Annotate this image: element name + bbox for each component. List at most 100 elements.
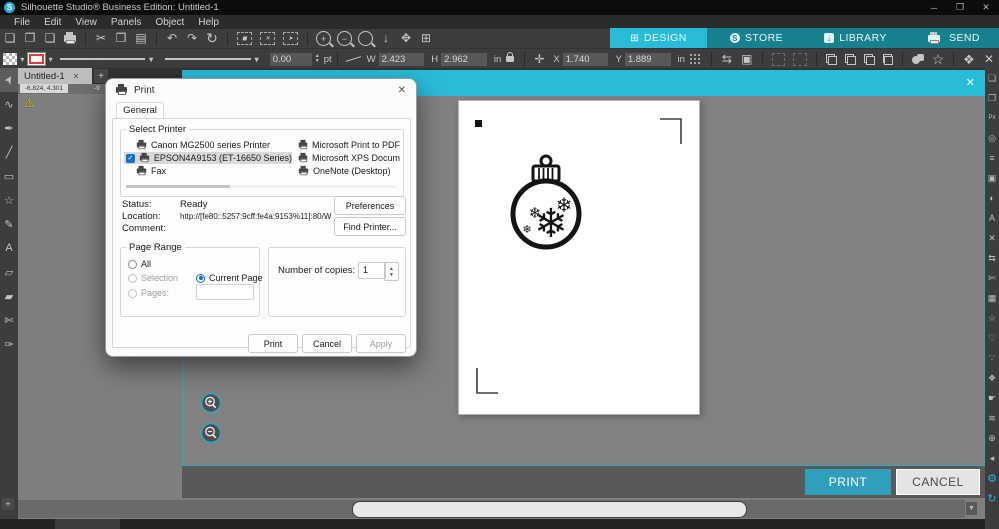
radio-current-page[interactable]: Current Page — [196, 272, 263, 284]
trace-panel-icon[interactable]: ▣ — [985, 168, 999, 188]
text-style-panel-icon[interactable]: A — [985, 208, 999, 228]
ungroup-icon[interactable] — [845, 54, 856, 65]
printer-selected-checkbox[interactable]: ✓ — [126, 154, 135, 163]
menu-edit[interactable]: Edit — [44, 17, 61, 28]
scroll-right-arrow[interactable]: ▼ — [966, 502, 977, 515]
group-icon[interactable] — [826, 54, 837, 65]
knife-tool-icon[interactable]: ✄ — [0, 308, 18, 332]
printer-item-fax[interactable]: Fax — [136, 165, 166, 177]
preview-cancel-button[interactable]: CANCEL — [896, 469, 980, 495]
shade-panel-icon[interactable]: ◐ — [985, 188, 999, 208]
maximize-button[interactable]: ❒ — [947, 2, 973, 13]
select-tool-icon[interactable]: ➤ — [1, 73, 17, 87]
polygon-tool-icon[interactable]: ☆ — [0, 188, 18, 212]
rectangle-tool-icon[interactable]: ▭ — [0, 164, 18, 188]
preview-zoom-out-button[interactable] — [200, 422, 222, 444]
hatch-panel-icon[interactable]: ≋ — [985, 408, 999, 428]
line-color-dropdown-icon[interactable]: ▾ — [46, 50, 56, 69]
radio-all[interactable]: All — [128, 258, 151, 270]
stroke-width-stepper[interactable]: ▲▼ — [315, 54, 320, 64]
paste-icon[interactable]: ▤ — [131, 29, 151, 48]
save-icon[interactable]: ❑ — [40, 29, 60, 48]
y-position-input[interactable]: 1.889 — [625, 53, 671, 66]
preview-zoom-in-button[interactable] — [200, 392, 222, 414]
close-button[interactable]: ✕ — [973, 2, 999, 13]
fit-to-page-icon[interactable]: ⊞ — [416, 29, 436, 48]
redo-icon[interactable]: ↷ — [182, 29, 202, 48]
erase-panel-icon[interactable]: ✕ — [985, 228, 999, 248]
menu-help[interactable]: Help — [198, 17, 219, 28]
document-tab[interactable]: Untitled-1 ✕ — [18, 68, 92, 84]
transfer-panel-icon[interactable]: ❐ — [985, 88, 999, 108]
horizontal-scrollbar-thumb[interactable] — [352, 501, 747, 518]
print-icon[interactable] — [64, 35, 76, 42]
printer-list-scrollbar[interactable] — [126, 185, 396, 188]
fill-swatch[interactable] — [3, 53, 17, 65]
copy-icon[interactable]: ❒ — [111, 29, 131, 48]
copies-stepper[interactable]: ▲▼ — [384, 262, 399, 281]
general-tab[interactable]: General — [116, 102, 164, 119]
tab-store[interactable]: S STORE — [707, 28, 806, 48]
card-panel-icon[interactable]: ☛ — [985, 388, 999, 408]
open-icon[interactable]: ❐ — [20, 29, 40, 48]
fill-panel-icon[interactable]: ≡ — [985, 148, 999, 168]
stroke-width-input[interactable]: 0.00 — [270, 53, 312, 66]
dialog-print-button[interactable]: Print — [248, 334, 298, 353]
radio-all-icon[interactable] — [128, 260, 137, 269]
print-dialog-titlebar[interactable]: Print ✕ — [106, 79, 416, 101]
point-edit-tool-icon[interactable]: ✒ — [0, 116, 18, 140]
stipple-panel-icon[interactable]: ♡ — [985, 328, 999, 348]
eyedropper-tool-icon[interactable]: ✑ — [0, 332, 18, 356]
clear-icon[interactable]: ✕ — [979, 50, 999, 69]
preview-print-button[interactable]: PRINT — [805, 469, 891, 495]
menu-panels[interactable]: Panels — [111, 17, 142, 28]
printer-item-canon[interactable]: Canon MG2500 series Printer — [136, 139, 270, 151]
zoom-out-icon[interactable]: − — [337, 31, 352, 46]
printer-item-pdf[interactable]: Microsoft Print to PDF — [298, 139, 400, 151]
printer-item-xps[interactable]: Microsoft XPS Docum — [298, 152, 400, 164]
fill-dropdown-icon[interactable]: ▾ — [17, 50, 27, 69]
add-page-button[interactable]: + — [2, 498, 14, 510]
draw-tool-icon[interactable]: ✎ — [0, 212, 18, 236]
bring-forward-icon[interactable] — [864, 54, 875, 65]
pixscan-panel-icon[interactable]: Px — [985, 108, 999, 128]
zoom-in-icon[interactable]: + — [316, 31, 331, 46]
preview-close-icon[interactable]: ✕ — [966, 76, 975, 89]
pan-icon[interactable]: ✥ — [396, 29, 416, 48]
find-printer-button[interactable]: Find Printer... — [334, 217, 406, 236]
print-dialog-close-icon[interactable]: ✕ — [398, 85, 406, 96]
eraser-tool-icon[interactable]: ▰ — [0, 284, 18, 308]
preferences-button[interactable]: Preferences — [334, 196, 406, 215]
printer-list-scrollbar-thumb[interactable] — [126, 185, 230, 188]
line-color-swatch[interactable] — [27, 52, 45, 66]
undo-icon[interactable]: ↶ — [162, 29, 182, 48]
transform-panel-icon[interactable]: ⇆ — [985, 248, 999, 268]
document-tab-close-icon[interactable]: ✕ — [73, 72, 80, 81]
deselect-icon[interactable]: ✕ — [260, 32, 275, 45]
replicate-panel-icon[interactable]: ▦ — [985, 288, 999, 308]
menu-view[interactable]: View — [75, 17, 97, 28]
tab-library[interactable]: ↓ LIBRARY — [806, 28, 905, 48]
tab-design[interactable]: ⊞ DESIGN — [610, 28, 707, 48]
line-style-select[interactable]: ▾ — [60, 53, 158, 66]
height-input[interactable]: 2.962 — [441, 53, 487, 66]
line-tool-icon-left[interactable]: ╱ — [0, 140, 18, 164]
line-style2-select[interactable]: ▾ — [165, 53, 263, 66]
printer-item-onenote[interactable]: OneNote (Desktop) — [298, 165, 400, 177]
center-page-icon[interactable]: ▣ — [737, 50, 757, 69]
star-panel-icon[interactable]: ☆ — [985, 308, 999, 328]
width-input[interactable]: 2.423 — [379, 53, 425, 66]
select-all-icon[interactable]: ◼ — [237, 32, 252, 45]
sync-icon[interactable]: ↻ — [985, 488, 999, 508]
puzzle-panel-icon[interactable]: ❖ — [985, 368, 999, 388]
offset-star-icon[interactable]: ☆ — [928, 50, 948, 69]
knife-panel-icon[interactable]: ✄ — [985, 268, 999, 288]
settings-gear-icon[interactable]: ⚙ — [985, 468, 999, 488]
zoom-selection-icon[interactable]: ↓ — [376, 29, 396, 48]
modify-cube-icon[interactable]: ❖ — [959, 50, 979, 69]
lock-aspect-icon[interactable] — [506, 56, 513, 62]
copies-input[interactable]: 1 — [358, 262, 386, 279]
menu-file[interactable]: File — [14, 17, 30, 28]
zoom-drag-icon[interactable] — [358, 31, 373, 46]
note-tool-icon[interactable]: ▱ — [0, 260, 18, 284]
